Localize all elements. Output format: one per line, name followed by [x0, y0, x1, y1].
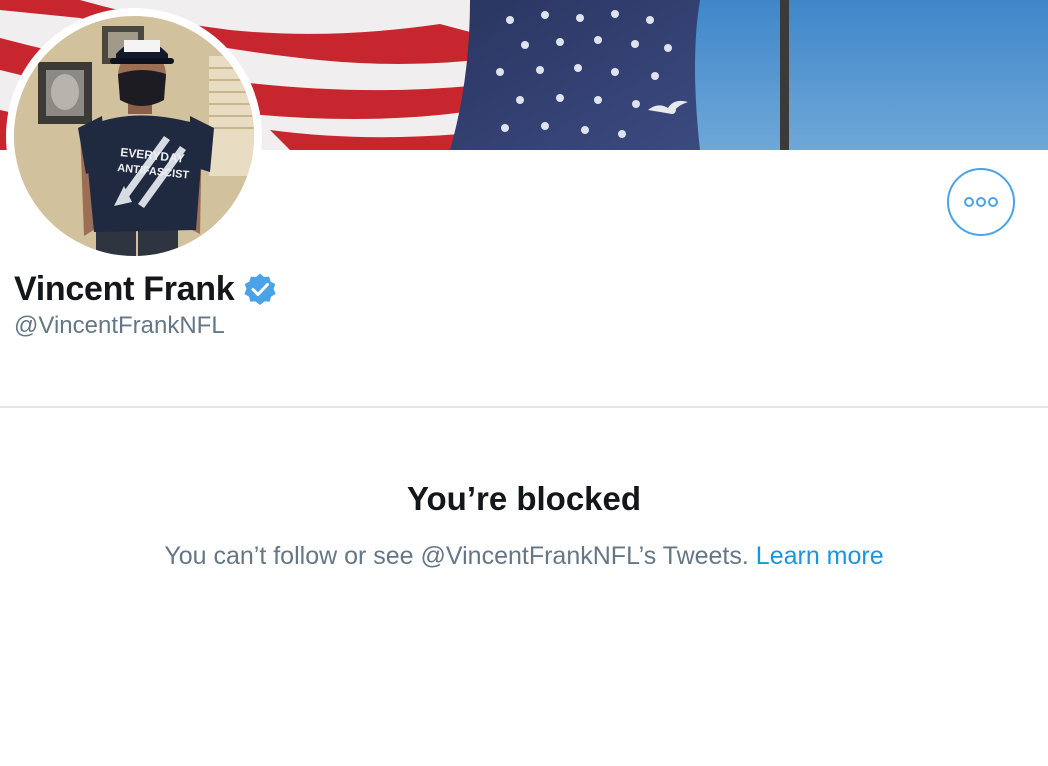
profile-page: EVERYDAY ANTIFASCIST Vincent Frank @Vinc… — [0, 0, 1048, 766]
profile-name-row: Vincent Frank — [14, 268, 278, 310]
display-name: Vincent Frank — [14, 269, 235, 308]
blocked-title: You’re blocked — [406, 480, 642, 517]
divider — [0, 406, 1048, 408]
more-options-icon — [964, 197, 998, 207]
avatar[interactable]: EVERYDAY ANTIFASCIST — [14, 16, 254, 256]
avatar-border: EVERYDAY ANTIFASCIST — [6, 8, 262, 264]
profile-handle: @VincentFrankNFL — [14, 312, 225, 339]
learn-more-link[interactable]: Learn more — [756, 542, 884, 570]
verified-badge-icon — [244, 273, 276, 305]
avatar-photo: EVERYDAY ANTIFASCIST — [14, 16, 254, 256]
blocked-message: You can’t follow or see @VincentFrankNFL… — [164, 542, 749, 570]
blocked-message-row: You can’t follow or see @VincentFrankNFL… — [0, 542, 1048, 571]
more-options-button[interactable] — [947, 168, 1015, 236]
